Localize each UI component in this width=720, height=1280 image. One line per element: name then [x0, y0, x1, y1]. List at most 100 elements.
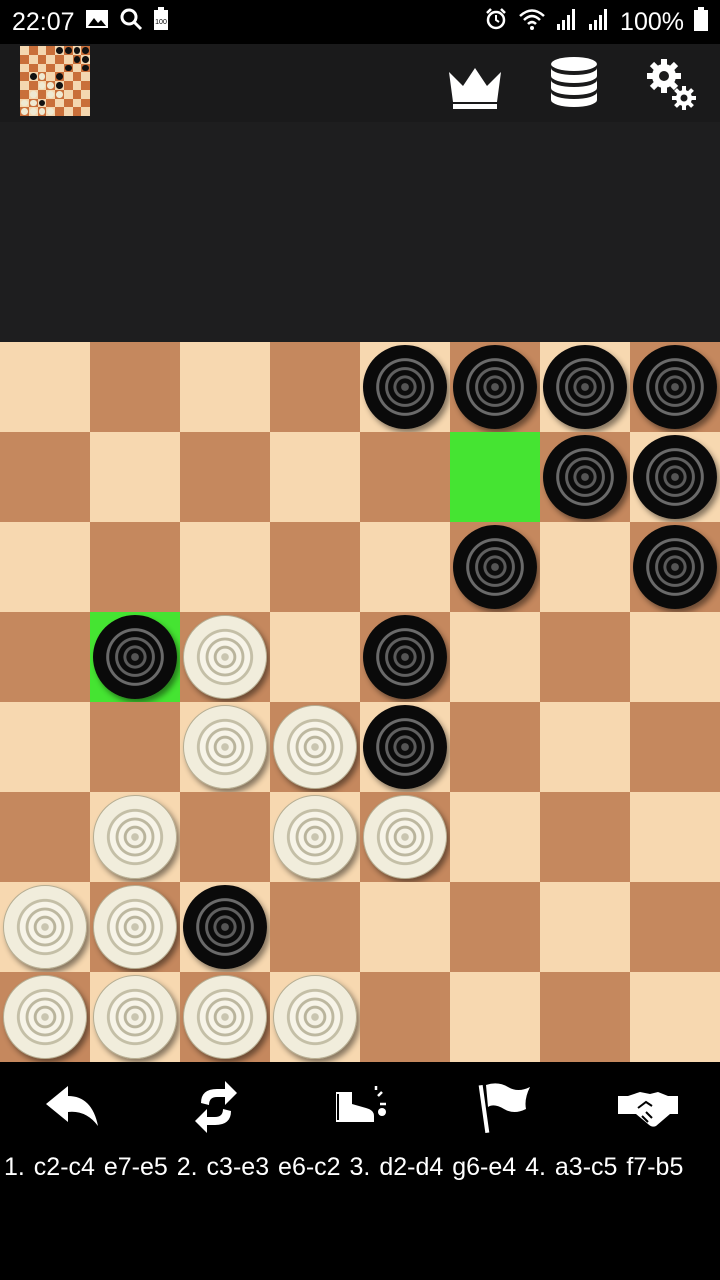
square-f3[interactable]	[450, 792, 540, 882]
square-g8[interactable]	[540, 342, 630, 432]
square-h4[interactable]	[630, 702, 720, 792]
square-c6[interactable]	[180, 522, 270, 612]
square-e7[interactable]	[360, 432, 450, 522]
square-b8[interactable]	[90, 342, 180, 432]
black-checker[interactable]	[453, 525, 537, 609]
square-d3[interactable]	[270, 792, 360, 882]
square-g7[interactable]	[540, 432, 630, 522]
white-checker[interactable]	[93, 885, 177, 969]
white-checker[interactable]	[363, 795, 447, 879]
white-checker[interactable]	[183, 975, 267, 1059]
crown-icon[interactable]	[445, 54, 505, 114]
square-f8[interactable]	[450, 342, 540, 432]
square-f2[interactable]	[450, 882, 540, 972]
square-a5[interactable]	[0, 612, 90, 702]
square-e5[interactable]	[360, 612, 450, 702]
square-h1[interactable]	[630, 972, 720, 1062]
square-a8[interactable]	[0, 342, 90, 432]
square-g5[interactable]	[540, 612, 630, 702]
black-checker[interactable]	[363, 615, 447, 699]
kick-button[interactable]	[324, 1071, 396, 1143]
square-h8[interactable]	[630, 342, 720, 432]
undo-button[interactable]	[36, 1071, 108, 1143]
square-d7[interactable]	[270, 432, 360, 522]
white-checker[interactable]	[3, 885, 87, 969]
black-checker[interactable]	[543, 345, 627, 429]
square-d5[interactable]	[270, 612, 360, 702]
square-a7[interactable]	[0, 432, 90, 522]
white-checker[interactable]	[183, 615, 267, 699]
square-a1[interactable]	[0, 972, 90, 1062]
square-f6[interactable]	[450, 522, 540, 612]
square-b5[interactable]	[90, 612, 180, 702]
square-c2[interactable]	[180, 882, 270, 972]
square-e6[interactable]	[360, 522, 450, 612]
square-f4[interactable]	[450, 702, 540, 792]
square-f7[interactable]	[450, 432, 540, 522]
square-a6[interactable]	[0, 522, 90, 612]
square-c3[interactable]	[180, 792, 270, 882]
square-h2[interactable]	[630, 882, 720, 972]
black-checker[interactable]	[633, 345, 717, 429]
square-e2[interactable]	[360, 882, 450, 972]
square-f1[interactable]	[450, 972, 540, 1062]
square-e8[interactable]	[360, 342, 450, 432]
black-checker[interactable]	[633, 435, 717, 519]
square-c1[interactable]	[180, 972, 270, 1062]
square-a2[interactable]	[0, 882, 90, 972]
black-checker[interactable]	[363, 345, 447, 429]
black-checker[interactable]	[93, 615, 177, 699]
settings-gears-icon[interactable]	[640, 54, 700, 114]
square-h3[interactable]	[630, 792, 720, 882]
square-b1[interactable]	[90, 972, 180, 1062]
white-checker[interactable]	[273, 705, 357, 789]
square-h5[interactable]	[630, 612, 720, 702]
offer-draw-button[interactable]	[612, 1071, 684, 1143]
black-checker[interactable]	[453, 345, 537, 429]
square-b4[interactable]	[90, 702, 180, 792]
white-checker[interactable]	[3, 975, 87, 1059]
black-checker[interactable]	[183, 885, 267, 969]
square-e1[interactable]	[360, 972, 450, 1062]
flip-board-button[interactable]	[180, 1071, 252, 1143]
game-board[interactable]	[0, 342, 720, 1062]
square-d2[interactable]	[270, 882, 360, 972]
square-c4[interactable]	[180, 702, 270, 792]
square-b3[interactable]	[90, 792, 180, 882]
square-e4[interactable]	[360, 702, 450, 792]
square-c5[interactable]	[180, 612, 270, 702]
square-c8[interactable]	[180, 342, 270, 432]
square-g6[interactable]	[540, 522, 630, 612]
square-f5[interactable]	[450, 612, 540, 702]
board-thumbnail-icon[interactable]	[20, 46, 90, 116]
white-checker[interactable]	[93, 795, 177, 879]
square-d1[interactable]	[270, 972, 360, 1062]
square-e3[interactable]	[360, 792, 450, 882]
square-b2[interactable]	[90, 882, 180, 972]
black-checker[interactable]	[633, 525, 717, 609]
square-g2[interactable]	[540, 882, 630, 972]
square-d6[interactable]	[270, 522, 360, 612]
square-d8[interactable]	[270, 342, 360, 432]
square-c7[interactable]	[180, 432, 270, 522]
square-b6[interactable]	[90, 522, 180, 612]
signal-icon	[556, 7, 578, 38]
top-toolbar	[0, 44, 720, 122]
white-checker[interactable]	[273, 975, 357, 1059]
square-h7[interactable]	[630, 432, 720, 522]
square-g1[interactable]	[540, 972, 630, 1062]
database-icon[interactable]	[544, 54, 604, 114]
square-a3[interactable]	[0, 792, 90, 882]
square-a4[interactable]	[0, 702, 90, 792]
square-b7[interactable]	[90, 432, 180, 522]
white-checker[interactable]	[93, 975, 177, 1059]
black-checker[interactable]	[543, 435, 627, 519]
white-checker[interactable]	[183, 705, 267, 789]
square-h6[interactable]	[630, 522, 720, 612]
white-checker[interactable]	[273, 795, 357, 879]
square-g4[interactable]	[540, 702, 630, 792]
square-g3[interactable]	[540, 792, 630, 882]
square-d4[interactable]	[270, 702, 360, 792]
black-checker[interactable]	[363, 705, 447, 789]
resign-button[interactable]	[468, 1071, 540, 1143]
